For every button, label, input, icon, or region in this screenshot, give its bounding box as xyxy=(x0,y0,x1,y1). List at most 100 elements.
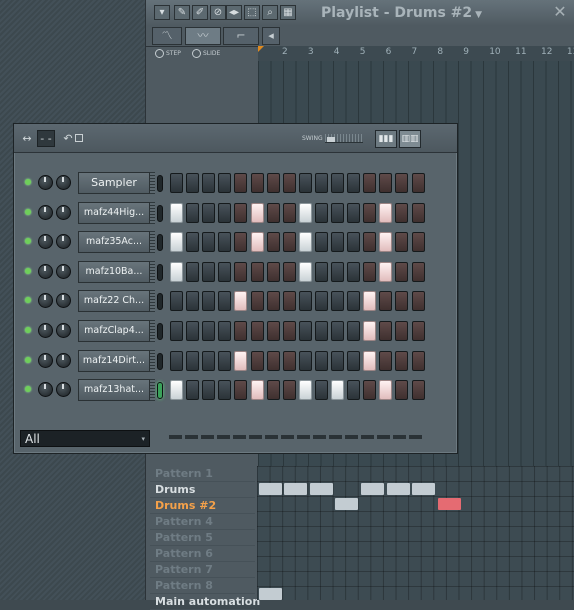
channel-volume-knob[interactable] xyxy=(56,293,71,309)
step-button[interactable] xyxy=(411,291,425,312)
step-button[interactable] xyxy=(298,380,312,401)
stamp-tab-3[interactable]: ⌐ xyxy=(223,27,259,45)
step-button[interactable] xyxy=(347,173,361,193)
step-button[interactable] xyxy=(347,232,361,253)
step-button[interactable] xyxy=(363,380,377,401)
step-button[interactable] xyxy=(411,380,425,401)
channel-mute-led[interactable] xyxy=(25,267,31,274)
step-button[interactable] xyxy=(234,261,248,282)
channel-select-indicator[interactable] xyxy=(157,234,163,252)
step-button[interactable] xyxy=(218,261,232,282)
channel-pan-knob[interactable] xyxy=(38,323,53,338)
step-button[interactable] xyxy=(170,291,183,312)
step-button[interactable] xyxy=(395,261,409,282)
channel-mute-led[interactable] xyxy=(25,179,31,185)
step-button[interactable] xyxy=(202,291,216,312)
channel-volume-knob[interactable] xyxy=(56,175,71,190)
step-button[interactable] xyxy=(170,173,183,193)
step-button[interactable] xyxy=(363,173,377,193)
step-button[interactable] xyxy=(218,350,232,371)
channel-mute-led[interactable] xyxy=(25,238,31,245)
step-button[interactable] xyxy=(282,261,296,282)
step-button[interactable] xyxy=(347,291,361,312)
channel-name-button[interactable]: mafzClap4... xyxy=(78,320,150,342)
channel-select-indicator[interactable] xyxy=(157,293,163,311)
step-button[interactable] xyxy=(282,380,296,401)
step-button[interactable] xyxy=(202,173,216,193)
pattern-item[interactable]: Pattern 7 xyxy=(150,562,255,578)
swing-slider-handle[interactable] xyxy=(327,137,335,142)
channel-pan-knob[interactable] xyxy=(38,204,53,220)
channel-grip[interactable] xyxy=(150,231,155,254)
zoom-icon[interactable]: ⌕ xyxy=(262,5,278,20)
step-button[interactable] xyxy=(202,202,216,223)
slip-icon[interactable]: ◂▸ xyxy=(226,5,242,20)
step-button[interactable] xyxy=(282,350,296,371)
channel-volume-knob[interactable] xyxy=(56,234,71,250)
step-button[interactable] xyxy=(298,202,312,223)
step-button[interactable] xyxy=(331,350,344,371)
pattern-item[interactable]: Pattern 5 xyxy=(150,530,255,546)
step-button[interactable] xyxy=(411,321,425,341)
step-button[interactable] xyxy=(331,321,344,341)
step-button[interactable] xyxy=(282,173,296,193)
step-button[interactable] xyxy=(314,202,328,223)
channel-pan-knob[interactable] xyxy=(38,352,53,368)
step-button[interactable] xyxy=(363,321,377,341)
step-button[interactable] xyxy=(170,261,183,282)
channel-mute-led[interactable] xyxy=(25,297,31,304)
step-button[interactable] xyxy=(170,202,183,223)
step-button[interactable] xyxy=(186,380,200,401)
step-button[interactable] xyxy=(411,202,425,223)
step-button[interactable] xyxy=(395,173,409,193)
step-button[interactable] xyxy=(250,291,264,312)
step-button[interactable] xyxy=(202,380,216,401)
step-button[interactable] xyxy=(234,173,248,193)
step-button[interactable] xyxy=(363,261,377,282)
channel-grip[interactable] xyxy=(150,172,155,194)
step-button[interactable] xyxy=(395,380,409,401)
step-option[interactable]: STEP xyxy=(155,49,181,58)
step-button[interactable] xyxy=(186,291,200,312)
pattern-clip[interactable] xyxy=(259,588,282,600)
step-button[interactable] xyxy=(347,350,361,371)
step-button[interactable] xyxy=(266,232,280,253)
playlist-titlebar[interactable]: ▾ ✎ ✐ ⊘ ◂▸ ⬚ ⌕ ▦ Playlist - Drums #2 ▼ ✕ xyxy=(146,0,574,27)
pattern-clip[interactable] xyxy=(438,498,461,510)
channel-volume-knob[interactable] xyxy=(56,352,71,368)
channel-mute-led[interactable] xyxy=(25,356,31,363)
scroll-left-icon[interactable]: ◂ xyxy=(262,27,280,45)
step-button[interactable] xyxy=(250,380,264,401)
paint-brush-icon[interactable]: ✐ xyxy=(192,5,208,20)
step-button[interactable] xyxy=(250,202,264,223)
pencil-icon[interactable]: ✎ xyxy=(174,5,190,20)
step-button[interactable] xyxy=(314,232,328,253)
channel-grip[interactable] xyxy=(150,379,155,402)
step-button[interactable] xyxy=(331,261,344,282)
step-button[interactable] xyxy=(379,350,393,371)
graph-view-icon[interactable]: ▮▮▮ xyxy=(375,130,397,148)
step-button[interactable] xyxy=(282,232,296,253)
channel-grip[interactable] xyxy=(150,201,155,224)
pattern-clip[interactable] xyxy=(335,498,358,510)
step-button[interactable] xyxy=(363,350,377,371)
step-button[interactable] xyxy=(218,232,232,253)
channel-grip[interactable] xyxy=(150,320,155,342)
step-button[interactable] xyxy=(266,261,280,282)
channel-name-button[interactable]: mafz14Dirt... xyxy=(78,349,150,372)
slide-option[interactable]: SLIDE xyxy=(192,49,220,58)
detach-icon[interactable] xyxy=(75,134,83,142)
step-button[interactable] xyxy=(170,380,183,401)
step-button[interactable] xyxy=(331,232,344,253)
channel-pan-knob[interactable] xyxy=(38,234,53,250)
step-button[interactable] xyxy=(411,232,425,253)
step-button[interactable] xyxy=(331,173,344,193)
channel-select-indicator[interactable] xyxy=(157,382,163,400)
channel-name-button[interactable]: mafz35Ac... xyxy=(78,231,150,254)
step-button[interactable] xyxy=(234,232,248,253)
pattern-clip[interactable] xyxy=(284,483,307,495)
step-button[interactable] xyxy=(282,202,296,223)
channel-select-indicator[interactable] xyxy=(157,263,163,281)
step-button[interactable] xyxy=(266,202,280,223)
step-button[interactable] xyxy=(379,380,393,401)
